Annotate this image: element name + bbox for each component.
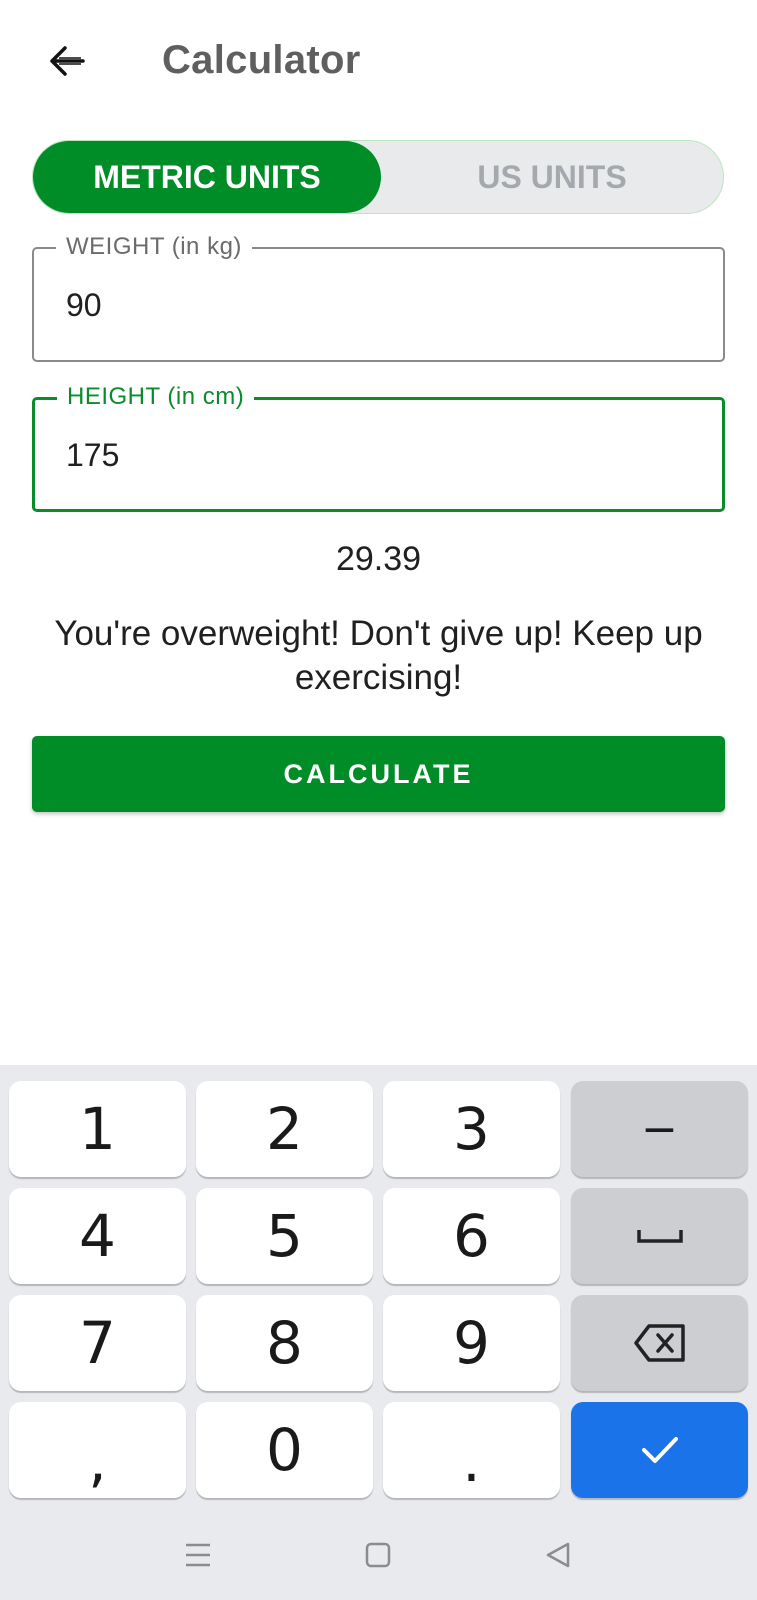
nav-back-button[interactable] [528,1532,588,1578]
menu-icon [186,1543,210,1567]
weight-input-value[interactable]: 90 [66,287,102,324]
system-nav-bar [0,1510,757,1600]
key-backspace[interactable] [571,1295,748,1391]
key-0[interactable]: 0 [196,1402,373,1498]
back-triangle-icon [546,1542,570,1568]
app-bar: Calculator [0,0,757,122]
key-2[interactable]: 2 [196,1081,373,1177]
arrow-back-icon [50,46,85,76]
key-9[interactable]: 9 [383,1295,560,1391]
height-field-label: HEIGHT (in cm) [57,383,255,411]
nav-home-button[interactable] [348,1532,408,1578]
key-minus[interactable]: − [571,1081,748,1177]
key-6[interactable]: 6 [383,1188,560,1284]
key-5[interactable]: 5 [196,1188,373,1284]
home-square-icon [365,1542,391,1568]
key-period[interactable]: . [383,1402,560,1498]
weight-field-label: WEIGHT (in kg) [56,233,252,261]
nav-menu-button[interactable] [168,1532,228,1578]
back-button[interactable] [40,34,94,88]
height-input-value[interactable]: 175 [66,437,119,474]
numeric-keyboard: 1 2 3 − 4 5 6 7 8 9 , 0 . [0,1065,757,1510]
units-toggle: METRIC UNITS US UNITS [32,140,724,214]
bmi-message: You're overweight! Don't give up! Keep u… [54,614,703,697]
key-4[interactable]: 4 [9,1188,186,1284]
key-comma[interactable]: , [9,1402,186,1498]
us-units-tab[interactable]: US UNITS [381,141,723,213]
key-done[interactable] [571,1402,748,1498]
key-1[interactable]: 1 [9,1081,186,1177]
calculate-button[interactable]: CALCULATE [32,736,725,812]
bmi-result: 29.39 [335,540,422,578]
key-3[interactable]: 3 [383,1081,560,1177]
key-space[interactable] [571,1188,748,1284]
backspace-icon [633,1324,685,1362]
key-7[interactable]: 7 [9,1295,186,1391]
page-title: Calculator [162,38,361,82]
space-bar-icon [636,1230,683,1243]
height-field[interactable]: HEIGHT (in cm) 175 [32,383,725,512]
weight-field[interactable]: WEIGHT (in kg) 90 [32,233,725,362]
key-8[interactable]: 8 [196,1295,373,1391]
check-icon [641,1437,678,1463]
metric-units-tab[interactable]: METRIC UNITS [33,141,381,213]
